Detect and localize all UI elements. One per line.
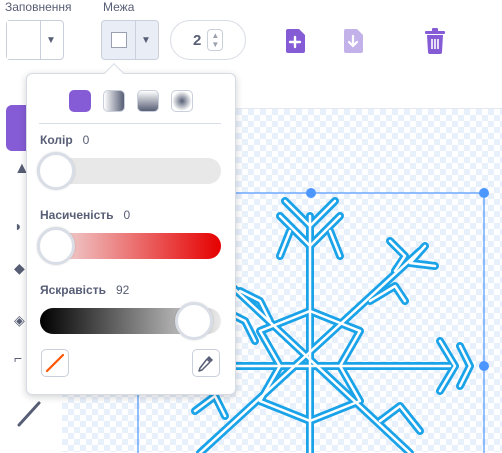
outline-swatch — [102, 21, 136, 59]
chevron-down-icon: ▼ — [46, 34, 56, 46]
saturation-label: Насиченість 0 — [40, 208, 130, 222]
line-tool-button[interactable] — [16, 400, 42, 433]
eraser-tool-button[interactable]: ◆ — [14, 260, 26, 276]
divider — [39, 123, 221, 124]
gradient-horizontal-button[interactable] — [103, 90, 125, 112]
outline-label: Межа — [103, 0, 135, 14]
saturation-label-text: Насиченість — [40, 208, 114, 222]
saturation-value: 0 — [123, 208, 131, 222]
brightness-value: 92 — [115, 283, 130, 297]
fill-swatch — [7, 21, 41, 59]
no-color-icon — [45, 353, 65, 373]
hue-slider-knob[interactable] — [37, 152, 75, 190]
delete-button[interactable] — [424, 28, 446, 59]
brush-tool-button[interactable]: ◗ — [14, 218, 26, 234]
stepper-up-icon[interactable]: ▲ — [211, 31, 219, 40]
fill-label: Заповнення — [5, 0, 72, 14]
outline-width-stepper[interactable]: 2 ▲ ▼ — [170, 20, 246, 60]
line-icon — [17, 401, 41, 427]
brightness-label-text: Яскравість — [40, 283, 106, 297]
outline-width-value[interactable]: 2 — [193, 32, 201, 49]
fill-color-button[interactable]: ▼ — [6, 20, 64, 60]
no-color-button[interactable] — [41, 349, 69, 377]
outline-color-button[interactable]: ▼ — [101, 20, 159, 60]
hue-value: 0 — [82, 133, 90, 147]
import-icon — [344, 29, 363, 53]
text-tool-button[interactable]: ⌐ — [14, 350, 26, 366]
brightness-label: Яскравість 92 — [40, 283, 129, 297]
popup-pointer — [104, 63, 124, 83]
fill-tool-button[interactable]: ◈ — [14, 312, 26, 328]
brightness-slider-knob[interactable] — [175, 302, 213, 340]
add-costume-icon — [286, 29, 305, 53]
gradient-solid-button[interactable] — [69, 90, 91, 112]
import-button[interactable] — [342, 28, 366, 59]
eyedropper-button[interactable] — [192, 349, 220, 377]
stepper-down-icon[interactable]: ▼ — [211, 40, 219, 49]
gradient-radial-button[interactable] — [171, 90, 193, 112]
eyedropper-icon — [198, 356, 213, 372]
reshape-tool-button[interactable]: ▲ — [14, 160, 30, 177]
saturation-slider-knob[interactable] — [37, 227, 75, 265]
hue-label: Колір 0 — [40, 133, 89, 147]
chevron-down-icon: ▼ — [141, 34, 151, 46]
trash-icon — [425, 28, 445, 54]
select-tool-button[interactable] — [6, 105, 28, 151]
stepper-arrows[interactable]: ▲ ▼ — [207, 29, 224, 51]
hue-label-text: Колір — [40, 133, 73, 147]
color-picker-popup: Колір 0 Насиченість 0 Яскравість 92 — [26, 63, 236, 395]
add-costume-button[interactable] — [284, 28, 308, 59]
gradient-vertical-button[interactable] — [137, 90, 159, 112]
